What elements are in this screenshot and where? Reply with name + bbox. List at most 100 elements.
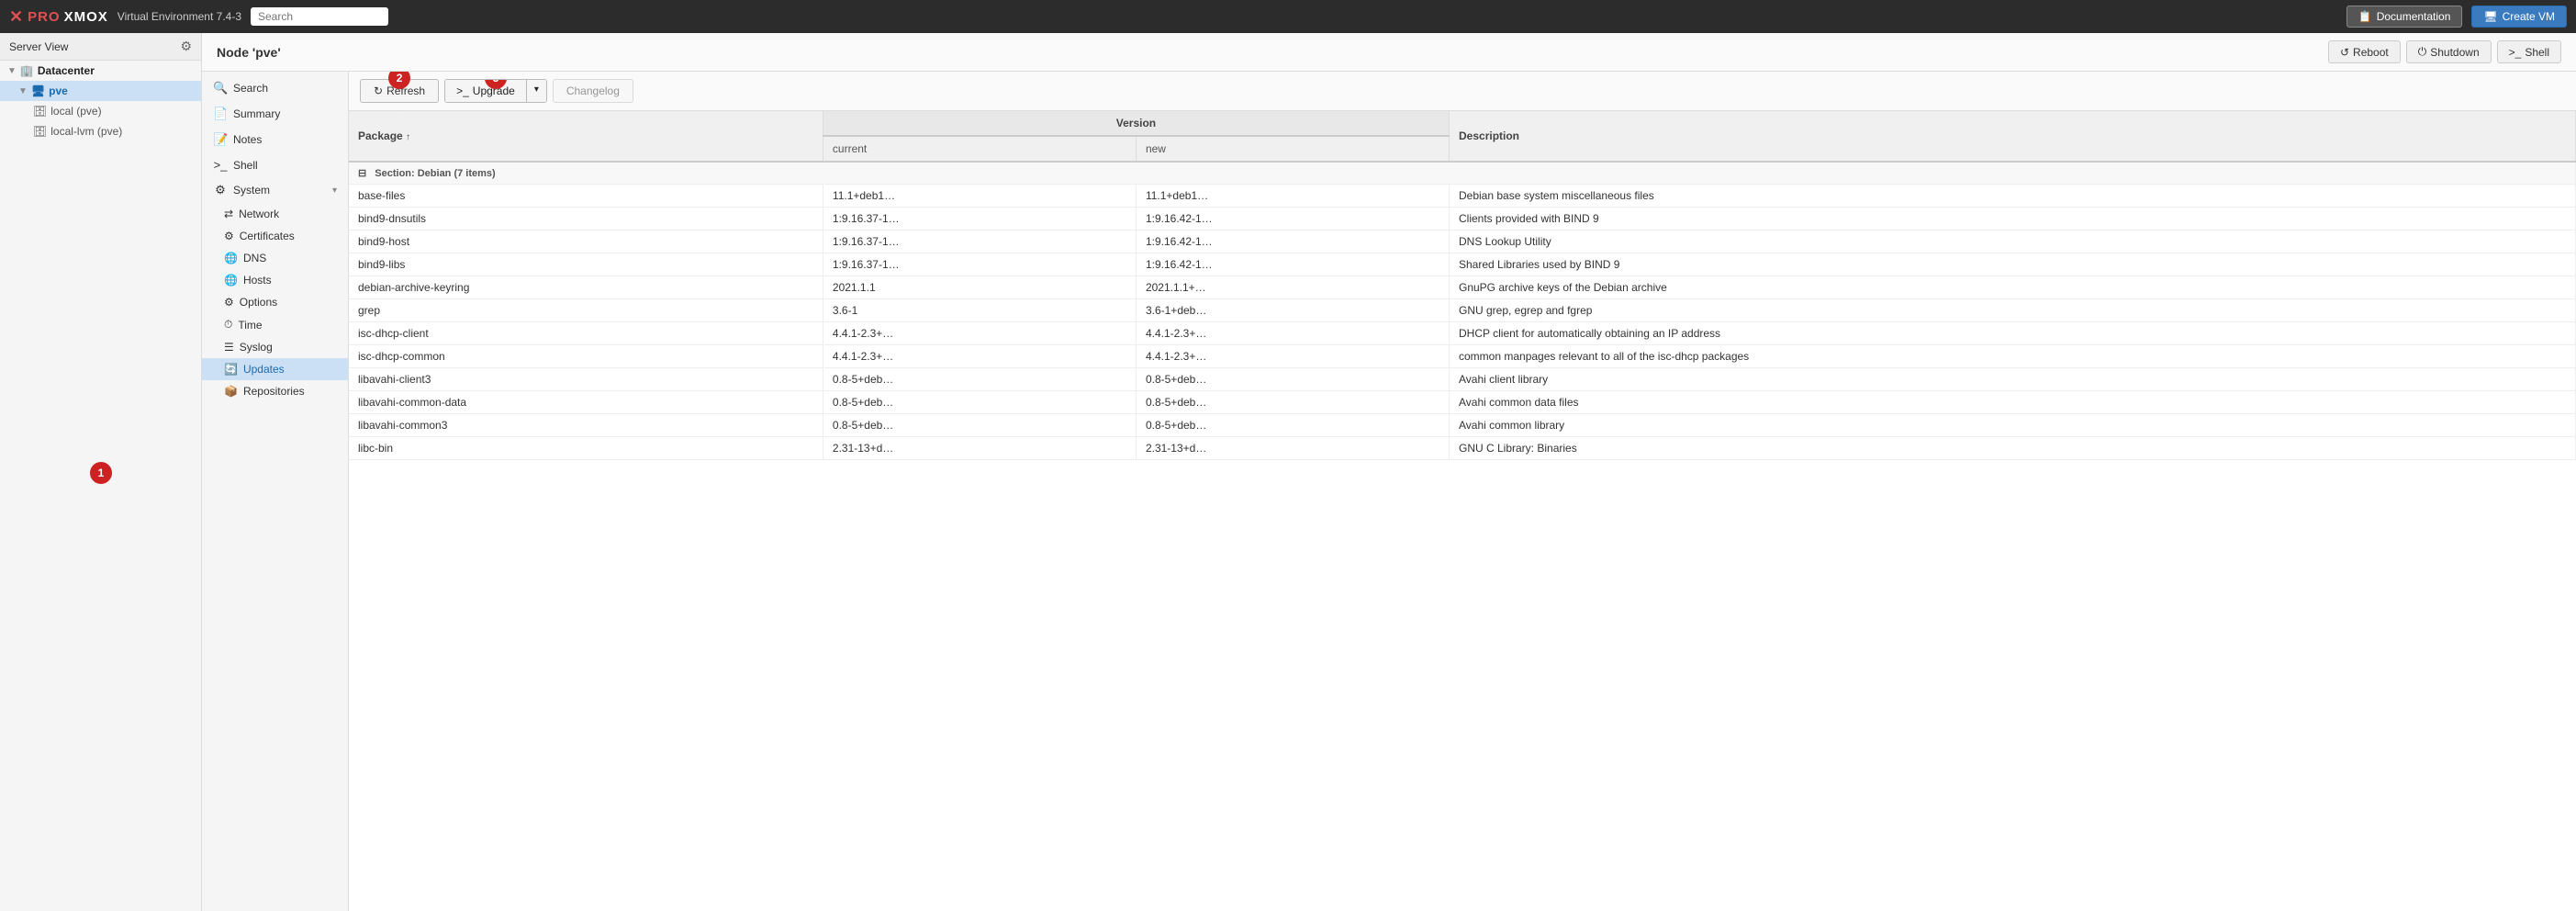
nav-sub-item-repositories[interactable]: 📦 Repositories: [202, 380, 348, 402]
main-panel: ↻ Refresh 2 ↑ >_ Upgrade: [349, 72, 2576, 911]
search-nav-label: Search: [233, 82, 268, 95]
sidebar-item-pve[interactable]: ▼ 🖥 pve: [0, 81, 201, 101]
power-icon: ⏻: [2418, 45, 2427, 59]
product-version: Virtual Environment 7.4-3: [118, 10, 241, 23]
table-row[interactable]: bind9-libs 1:9.16.37-1… 1:9.16.42-1… Sha…: [349, 253, 2576, 276]
table-row[interactable]: bind9-dnsutils 1:9.16.37-1… 1:9.16.42-1……: [349, 208, 2576, 231]
time-icon: ⏱: [224, 318, 232, 332]
options-label: Options: [240, 296, 277, 309]
doc-label: Documentation: [2377, 10, 2451, 23]
sidebar-item-local-lvm-pve[interactable]: 🗄 local-lvm (pve): [0, 121, 201, 141]
gear-icon[interactable]: ⚙: [180, 39, 192, 54]
dns-label: DNS: [243, 252, 266, 264]
content-area: Node 'pve' ↺ Reboot ⏻ Shutdown >_ Shell: [202, 33, 2576, 911]
notes-nav-label: Notes: [233, 133, 262, 146]
monitor-icon: 🖥: [2483, 10, 2497, 23]
col-current-header: current: [823, 136, 1136, 162]
nav-sub-item-options[interactable]: ⚙ Options: [202, 291, 348, 313]
package-table: Package ↑ Version Description: [349, 111, 2576, 460]
shell-nav-label: Shell: [233, 159, 258, 172]
datacenter-label: Datacenter: [38, 64, 95, 77]
expand-icon[interactable]: ⊟: [358, 168, 366, 179]
sidebar-item-datacenter[interactable]: ▼ 🏢 Datacenter: [0, 61, 201, 81]
sort-up-icon: ↑: [406, 132, 410, 142]
documentation-button[interactable]: 📋 Documentation: [2346, 6, 2463, 28]
cell-description: GNU C Library: Binaries: [1450, 437, 2576, 460]
nav-sub-item-updates[interactable]: 🔄 Updates: [202, 358, 348, 380]
storage-icon: 🗄: [33, 105, 47, 118]
time-label: Time: [238, 319, 262, 332]
cell-description: Avahi common data files: [1450, 391, 2576, 414]
table-row[interactable]: isc-dhcp-common 4.4.1-2.3+… 4.4.1-2.3+… …: [349, 345, 2576, 368]
upgrade-split-button[interactable]: >_ Upgrade ▾ 3 ↑: [444, 79, 547, 103]
new-header-text: new: [1146, 142, 1166, 155]
nav-item-shell[interactable]: >_ Shell: [202, 152, 348, 177]
content-header: Node 'pve' ↺ Reboot ⏻ Shutdown >_ Shell: [202, 33, 2576, 72]
cell-package: debian-archive-keyring: [349, 276, 823, 299]
cell-package: libc-bin: [349, 437, 823, 460]
nav-sub-item-hosts[interactable]: 🌐 Hosts: [202, 269, 348, 291]
nav-sub-item-syslog[interactable]: ☰ Syslog: [202, 336, 348, 358]
cell-description: DNS Lookup Utility: [1450, 231, 2576, 253]
table-row[interactable]: libc-bin 2.31-13+d… 2.31-13+d… GNU C Lib…: [349, 437, 2576, 460]
table-row[interactable]: bind9-host 1:9.16.37-1… 1:9.16.42-1… DNS…: [349, 231, 2576, 253]
table-row[interactable]: libavahi-common3 0.8-5+deb… 0.8-5+deb… A…: [349, 414, 2576, 437]
shell-label: Shell: [2525, 46, 2549, 59]
table-row[interactable]: base-files 11.1+deb1… 11.1+deb1… Debian …: [349, 185, 2576, 208]
nav-item-summary[interactable]: 📄 Summary: [202, 101, 348, 127]
current-header-text: current: [833, 142, 867, 155]
datacenter-icon: 🏢: [20, 64, 34, 77]
shell-button[interactable]: >_ Shell: [2497, 40, 2561, 63]
sidebar-item-local-pve[interactable]: 🗄 local (pve): [0, 101, 201, 121]
table-row[interactable]: debian-archive-keyring 2021.1.1 2021.1.1…: [349, 276, 2576, 299]
nav-item-system[interactable]: ⚙ System ▾: [202, 177, 348, 203]
badge-3-text: 3: [493, 79, 499, 84]
table-row[interactable]: grep 3.6-1 3.6-1+deb… GNU grep, egrep an…: [349, 299, 2576, 322]
nav-item-search[interactable]: 🔍 Search: [202, 75, 348, 101]
cell-current: 4.4.1-2.3+…: [823, 345, 1136, 368]
system-icon: ⚙: [213, 183, 228, 197]
syslog-label: Syslog: [240, 341, 273, 354]
syslog-icon: ☰: [224, 341, 234, 354]
pve-label: pve: [49, 84, 68, 97]
global-search-input[interactable]: [251, 7, 388, 26]
refresh-icon: ↻: [374, 84, 383, 97]
refresh-button[interactable]: ↻ Refresh 2 ↑: [360, 79, 439, 103]
cell-new: 0.8-5+deb…: [1136, 368, 1449, 391]
logo: ✕ PROXMOX: [9, 7, 108, 27]
topbar: ✕ PROXMOX Virtual Environment 7.4-3 📋 Do…: [0, 0, 2576, 33]
cell-current: 0.8-5+deb…: [823, 391, 1136, 414]
cell-new: 2021.1.1+…: [1136, 276, 1449, 299]
nav-sub-item-dns[interactable]: 🌐 DNS: [202, 247, 348, 269]
repo-icon: 📦: [224, 385, 238, 398]
header-actions: ↺ Reboot ⏻ Shutdown >_ Shell: [2328, 40, 2561, 63]
upgrade-dropdown-button[interactable]: ▾: [527, 80, 546, 102]
table-row[interactable]: isc-dhcp-client 4.4.1-2.3+… 4.4.1-2.3+… …: [349, 322, 2576, 345]
nav-sub-item-certificates[interactable]: ⚙ Certificates: [202, 225, 348, 247]
shutdown-button[interactable]: ⏻ Shutdown: [2406, 40, 2492, 63]
logo-xmox: XMOX: [64, 9, 108, 25]
reboot-button[interactable]: ↺ Reboot: [2328, 40, 2401, 63]
group-row: ⊟ Section: Debian (7 items): [349, 162, 2576, 185]
changelog-button[interactable]: Changelog: [553, 79, 633, 103]
create-vm-button[interactable]: 🖥 Create VM: [2471, 6, 2567, 28]
cell-new: 4.4.1-2.3+…: [1136, 322, 1449, 345]
cell-current: 0.8-5+deb…: [823, 414, 1136, 437]
table-row[interactable]: libavahi-client3 0.8-5+deb… 0.8-5+deb… A…: [349, 368, 2576, 391]
col-package-header[interactable]: Package ↑: [349, 111, 823, 162]
desc-header-text: Description: [1459, 129, 1519, 142]
cell-description: DHCP client for automatically obtaining …: [1450, 322, 2576, 345]
col-version-header: Version: [823, 111, 1449, 136]
cell-description: GnuPG archive keys of the Debian archive: [1450, 276, 2576, 299]
cell-package: base-files: [349, 185, 823, 208]
shell-icon: >_: [2509, 46, 2522, 59]
nav-sub-item-network[interactable]: ⇄ Network: [202, 203, 348, 225]
nav-sub-item-time[interactable]: ⏱ Time: [202, 313, 348, 336]
table-row[interactable]: libavahi-common-data 0.8-5+deb… 0.8-5+de…: [349, 391, 2576, 414]
nav-item-notes[interactable]: 📝 Notes: [202, 127, 348, 152]
cell-package: grep: [349, 299, 823, 322]
product-label: Virtual Environment: [118, 10, 214, 23]
updates-icon: 🔄: [224, 363, 238, 376]
cell-current: 3.6-1: [823, 299, 1136, 322]
left-nav: 🔍 Search 📄 Summary 📝 Notes >_ Shell ⚙: [202, 72, 349, 911]
